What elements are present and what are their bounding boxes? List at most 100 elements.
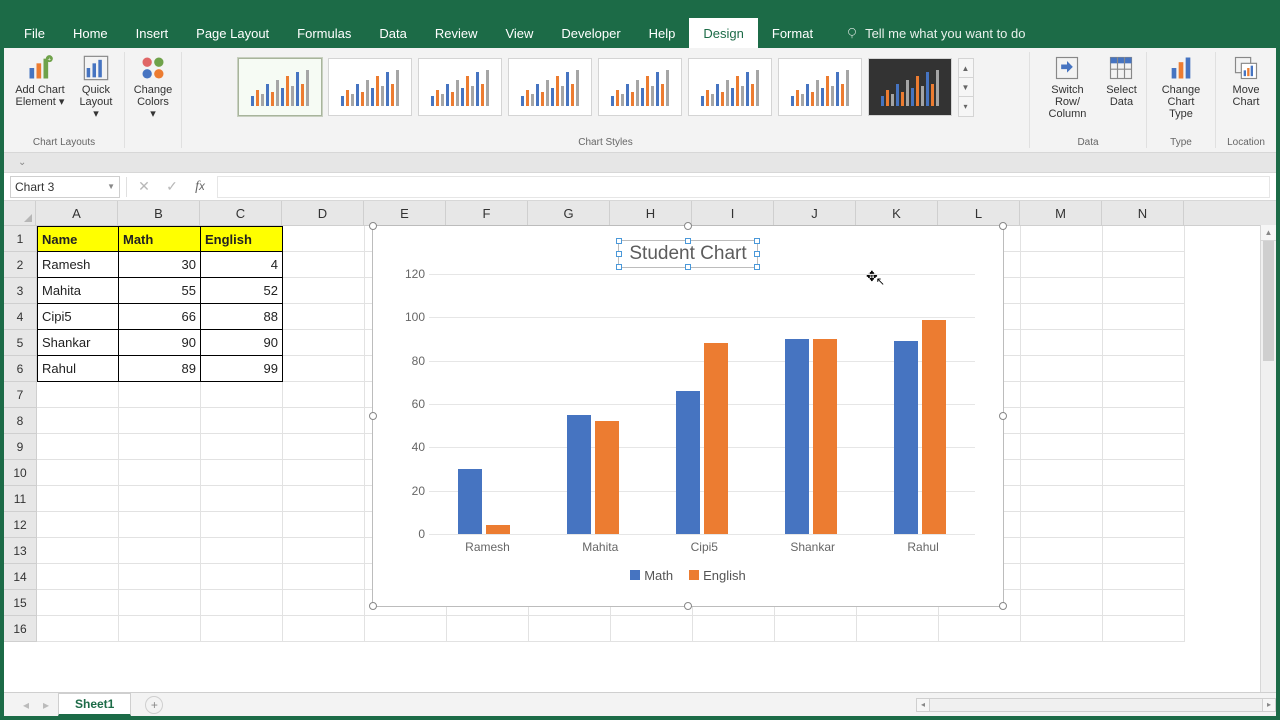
col-header-B[interactable]: B bbox=[118, 201, 200, 225]
bar[interactable] bbox=[785, 339, 809, 534]
cell-L16[interactable] bbox=[939, 616, 1021, 642]
cell-M5[interactable] bbox=[1021, 330, 1103, 356]
name-box[interactable]: Chart 3 ▼ bbox=[10, 176, 120, 198]
cell-A9[interactable] bbox=[37, 434, 119, 460]
tab-help[interactable]: Help bbox=[635, 18, 690, 48]
cell-A1[interactable]: Name bbox=[37, 226, 119, 252]
cell-C9[interactable] bbox=[201, 434, 283, 460]
cell-F16[interactable] bbox=[447, 616, 529, 642]
cell-A2[interactable]: Ramesh bbox=[37, 252, 119, 278]
tab-home[interactable]: Home bbox=[59, 18, 122, 48]
cell-N2[interactable] bbox=[1103, 252, 1185, 278]
cell-K16[interactable] bbox=[857, 616, 939, 642]
tab-nav-next[interactable]: ▸ bbox=[38, 698, 54, 712]
tab-view[interactable]: View bbox=[491, 18, 547, 48]
tab-nav-prev[interactable]: ◂ bbox=[18, 698, 34, 712]
bar[interactable] bbox=[458, 469, 482, 534]
bar-group[interactable] bbox=[672, 343, 732, 534]
row-header-14[interactable]: 14 bbox=[4, 564, 36, 590]
cell-N4[interactable] bbox=[1103, 304, 1185, 330]
cell-M3[interactable] bbox=[1021, 278, 1103, 304]
bar-group[interactable] bbox=[563, 415, 623, 534]
col-header-L[interactable]: L bbox=[938, 201, 1020, 225]
col-header-D[interactable]: D bbox=[282, 201, 364, 225]
cell-M16[interactable] bbox=[1021, 616, 1103, 642]
add-chart-element-button[interactable]: + Add Chart Element ▾ bbox=[10, 52, 70, 122]
col-header-M[interactable]: M bbox=[1020, 201, 1102, 225]
cell-D5[interactable] bbox=[283, 330, 365, 356]
cell-E16[interactable] bbox=[365, 616, 447, 642]
vertical-scrollbar[interactable]: ▲ bbox=[1260, 225, 1276, 692]
tab-developer[interactable]: Developer bbox=[547, 18, 634, 48]
bar-group[interactable] bbox=[781, 339, 841, 534]
cell-B16[interactable] bbox=[119, 616, 201, 642]
cell-D15[interactable] bbox=[283, 590, 365, 616]
cell-C10[interactable] bbox=[201, 460, 283, 486]
cell-A4[interactable]: Cipi5 bbox=[37, 304, 119, 330]
cell-C16[interactable] bbox=[201, 616, 283, 642]
insert-function-button[interactable]: fx bbox=[189, 176, 211, 198]
cell-B5[interactable]: 90 bbox=[119, 330, 201, 356]
select-all-corner[interactable] bbox=[4, 201, 36, 225]
cell-A12[interactable] bbox=[37, 512, 119, 538]
cell-N16[interactable] bbox=[1103, 616, 1185, 642]
row-header-3[interactable]: 3 bbox=[4, 278, 36, 304]
chart-style-8[interactable] bbox=[868, 58, 952, 116]
cell-D2[interactable] bbox=[283, 252, 365, 278]
col-header-I[interactable]: I bbox=[692, 201, 774, 225]
cell-M9[interactable] bbox=[1021, 434, 1103, 460]
cell-M14[interactable] bbox=[1021, 564, 1103, 590]
cell-B3[interactable]: 55 bbox=[119, 278, 201, 304]
cell-B14[interactable] bbox=[119, 564, 201, 590]
chart-style-5[interactable] bbox=[598, 58, 682, 116]
cell-C11[interactable] bbox=[201, 486, 283, 512]
cell-D14[interactable] bbox=[283, 564, 365, 590]
cell-M15[interactable] bbox=[1021, 590, 1103, 616]
cell-B10[interactable] bbox=[119, 460, 201, 486]
quick-layout-button[interactable]: Quick Layout ▾ bbox=[74, 52, 118, 122]
cell-N15[interactable] bbox=[1103, 590, 1185, 616]
tab-formulas[interactable]: Formulas bbox=[283, 18, 365, 48]
row-header-1[interactable]: 1 bbox=[4, 226, 36, 252]
cell-D3[interactable] bbox=[283, 278, 365, 304]
tab-format[interactable]: Format bbox=[758, 18, 827, 48]
cell-C5[interactable]: 90 bbox=[201, 330, 283, 356]
add-sheet-button[interactable]: + bbox=[145, 696, 163, 714]
cell-N3[interactable] bbox=[1103, 278, 1185, 304]
cell-D4[interactable] bbox=[283, 304, 365, 330]
cell-N8[interactable] bbox=[1103, 408, 1185, 434]
cell-N13[interactable] bbox=[1103, 538, 1185, 564]
cell-G16[interactable] bbox=[529, 616, 611, 642]
bar[interactable] bbox=[894, 341, 918, 534]
cell-C3[interactable]: 52 bbox=[201, 278, 283, 304]
cell-B13[interactable] bbox=[119, 538, 201, 564]
bar[interactable] bbox=[922, 320, 946, 535]
cell-M1[interactable] bbox=[1021, 226, 1103, 252]
cell-D11[interactable] bbox=[283, 486, 365, 512]
col-header-E[interactable]: E bbox=[364, 201, 446, 225]
row-header-2[interactable]: 2 bbox=[4, 252, 36, 278]
cancel-formula-button[interactable]: ✕ bbox=[133, 176, 155, 198]
chart-style-2[interactable] bbox=[328, 58, 412, 116]
tell-me-search[interactable]: Tell me what you want to do bbox=[827, 18, 1025, 48]
select-data-button[interactable]: Select Data bbox=[1103, 52, 1140, 122]
bar-group[interactable] bbox=[890, 320, 950, 535]
cell-C2[interactable]: 4 bbox=[201, 252, 283, 278]
cell-A13[interactable] bbox=[37, 538, 119, 564]
embedded-chart[interactable]: Student Chart ✥↖ 020406080100120 RameshM… bbox=[372, 225, 1004, 607]
cell-A16[interactable] bbox=[37, 616, 119, 642]
cell-N6[interactable] bbox=[1103, 356, 1185, 382]
cell-B11[interactable] bbox=[119, 486, 201, 512]
legend-item[interactable]: Math bbox=[630, 568, 673, 583]
cell-D7[interactable] bbox=[283, 382, 365, 408]
cell-M8[interactable] bbox=[1021, 408, 1103, 434]
enter-formula-button[interactable]: ✓ bbox=[161, 176, 183, 198]
cell-I16[interactable] bbox=[693, 616, 775, 642]
chart-title[interactable]: Student Chart bbox=[618, 240, 757, 268]
cell-A15[interactable] bbox=[37, 590, 119, 616]
cell-A8[interactable] bbox=[37, 408, 119, 434]
legend-item[interactable]: English bbox=[689, 568, 746, 583]
col-header-J[interactable]: J bbox=[774, 201, 856, 225]
cell-B1[interactable]: Math bbox=[119, 226, 201, 252]
change-colors-button[interactable]: Change Colors ▾ bbox=[131, 52, 175, 122]
